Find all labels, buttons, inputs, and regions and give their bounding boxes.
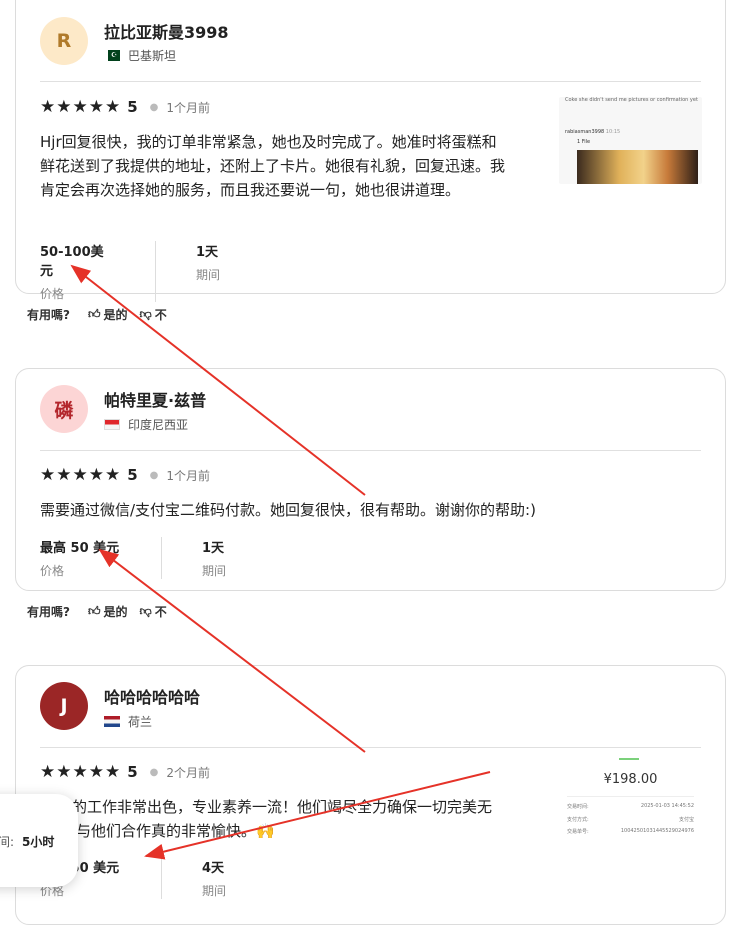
reviewer-name: 帕特里夏·兹普 (104, 391, 207, 410)
duration-value: 4天 (202, 861, 225, 876)
divider (40, 450, 701, 451)
divider (40, 747, 701, 748)
separator-dot: ● (149, 469, 159, 481)
duration-label: 期间 (202, 564, 227, 578)
review-card: 磷 帕特里夏·兹普 印度尼西亚 ★★★★★ 5 ● 1个月前 需要通过微信/支付… (15, 368, 726, 591)
duration-value: 1天 (196, 245, 219, 260)
review-text: 需要通过微信/支付宝二维码付款。她回复很快，很有帮助。谢谢你的帮助:) (40, 501, 536, 519)
thumbs-down-icon: 👎︎ (139, 307, 152, 321)
helpful-label: 有用嗎? (27, 308, 70, 322)
thumbs-up-icon: 👍︎ (87, 604, 101, 618)
meta-separator (161, 537, 162, 579)
pakistan-flag-icon: ☪ (104, 50, 120, 61)
duration-label: 期间 (196, 268, 221, 282)
rating-score: 5 (127, 98, 138, 116)
rating-row: ★★★★★ 5 ● 1个月前 (40, 97, 210, 117)
rating-row: ★★★★★ 5 ● 1个月前 (40, 465, 210, 485)
rating-score: 5 (127, 466, 138, 484)
helpful-row: 有用嗎? 👍︎ 是的 👎︎ 不 (27, 306, 167, 323)
rating-row: ★★★★★ 5 ● 2个月前 (40, 762, 210, 782)
price-label: 价格 (40, 287, 65, 301)
avatar: 磷 (40, 385, 88, 433)
review-meta: 50-100美元 价格 1天 期间 (40, 241, 260, 302)
divider (40, 81, 701, 82)
helpful-yes-button[interactable]: 👍︎ 是的 (88, 603, 128, 620)
tooltip-value: 5小时 (22, 835, 55, 849)
star-rating-icon: ★★★★★ (40, 465, 122, 485)
review-meta: 最高 50 美元 价格 1天 期间 (40, 537, 266, 579)
separator-dot: ● (149, 101, 159, 113)
meta-separator (161, 857, 162, 899)
review-text: 的工作非常出色，专业素养一流！他们竭尽全力确保一切完美无 与他们合作真的非常愉快… (72, 798, 493, 840)
helpful-row: 有用嗎? 👍︎ 是的 👎︎ 不 (27, 603, 167, 620)
duration-label: 期间 (202, 884, 227, 898)
review-attachment-image[interactable]: Coke she didn't send me pictures or conf… (559, 97, 702, 184)
separator-dot: ● (149, 766, 159, 778)
star-rating-icon: ★★★★★ (40, 97, 122, 117)
price-value: 50-100美元 (40, 245, 104, 279)
tooltip-label: 间: (0, 835, 15, 849)
price-label: 价格 (40, 564, 65, 578)
price-value: 最高 50 美元 (40, 541, 120, 556)
thumbs-down-icon: 👎︎ (139, 604, 152, 618)
reviewer-name: 哈哈哈哈哈哈 (104, 688, 201, 707)
duration-value: 1天 (202, 541, 225, 556)
indonesia-flag-icon (104, 419, 120, 430)
thumbs-up-icon: 👍︎ (87, 307, 101, 321)
review-attachment-image[interactable]: ¥198.00 交易时间: 2025-01-03 14:45:52 支付方式: … (559, 758, 702, 848)
avatar: R (40, 17, 88, 65)
reviewer-country: 荷兰 (104, 713, 152, 730)
helpful-yes-button[interactable]: 👍︎ 是的 (88, 306, 128, 323)
helpful-label: 有用嗎? (27, 605, 70, 619)
review-text: Hjr回复很快，我的订单非常紧急，她也及时完成了。她准时将蛋糕和鲜花送到了我提供… (40, 133, 506, 199)
reviewer-name: 拉比亚斯曼3998 (104, 23, 229, 42)
star-rating-icon: ★★★★★ (40, 762, 122, 782)
meta-separator (155, 241, 156, 302)
review-time: 1个月前 (166, 100, 211, 115)
review-card: R 拉比亚斯曼3998 ☪ 巴基斯坦 ★★★★★ 5 ● 1个月前 Hjr回复很… (15, 0, 726, 302)
review-card: J 哈哈哈哈哈哈 荷兰 ★★★★★ 5 ● 2个月前 的工作非常出色，专业素养一… (15, 665, 726, 925)
reviewer-country: 印度尼西亚 (104, 416, 188, 433)
floating-tooltip: 间: 5小时 (0, 794, 78, 887)
avatar: J (40, 682, 88, 730)
helpful-no-button[interactable]: 👎︎ 不 (140, 306, 167, 323)
rating-score: 5 (127, 763, 138, 781)
review-time: 2个月前 (166, 765, 211, 780)
reviewer-country: ☪ 巴基斯坦 (104, 47, 176, 64)
review-time: 1个月前 (166, 468, 211, 483)
helpful-no-button[interactable]: 👎︎ 不 (140, 603, 167, 620)
netherlands-flag-icon (104, 716, 120, 727)
